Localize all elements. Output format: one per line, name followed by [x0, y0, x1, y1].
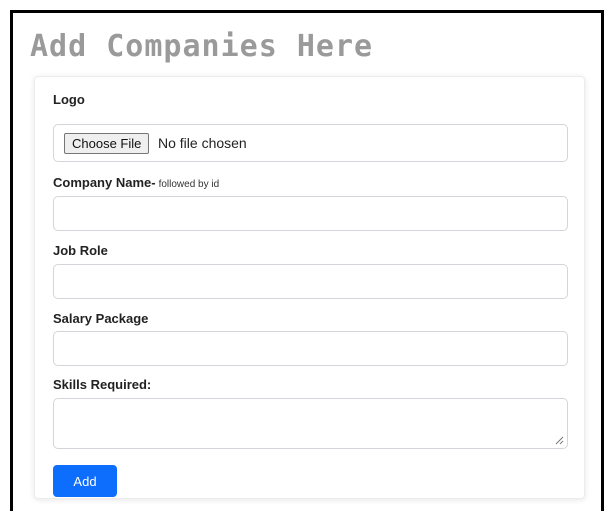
resize-handle-icon[interactable] [555, 436, 564, 445]
company-name-label: Company Name-followed by id [53, 175, 219, 193]
logo-file-input[interactable]: Choose File No file chosen [53, 124, 568, 162]
file-status-text: No file chosen [158, 135, 247, 151]
salary-package-input[interactable] [53, 331, 568, 366]
skills-required-textarea[interactable] [53, 398, 568, 449]
job-role-label: Job Role [53, 243, 108, 258]
company-name-input[interactable] [53, 196, 568, 231]
company-name-hint: followed by id [158, 179, 220, 190]
company-name-label-text: Company Name- [53, 175, 156, 190]
add-company-form: Logo Choose File No file chosen Company … [34, 76, 585, 499]
skills-required-label: Skills Required: [53, 377, 152, 392]
logo-label: Logo [53, 92, 85, 107]
add-button[interactable]: Add [53, 465, 117, 497]
job-role-input[interactable] [53, 264, 568, 299]
window-frame: Add Companies Here Logo Choose File No f… [10, 10, 604, 511]
page-title: Add Companies Here [30, 29, 374, 64]
salary-package-label: Salary Package [53, 311, 149, 326]
choose-file-button[interactable]: Choose File [64, 133, 150, 154]
